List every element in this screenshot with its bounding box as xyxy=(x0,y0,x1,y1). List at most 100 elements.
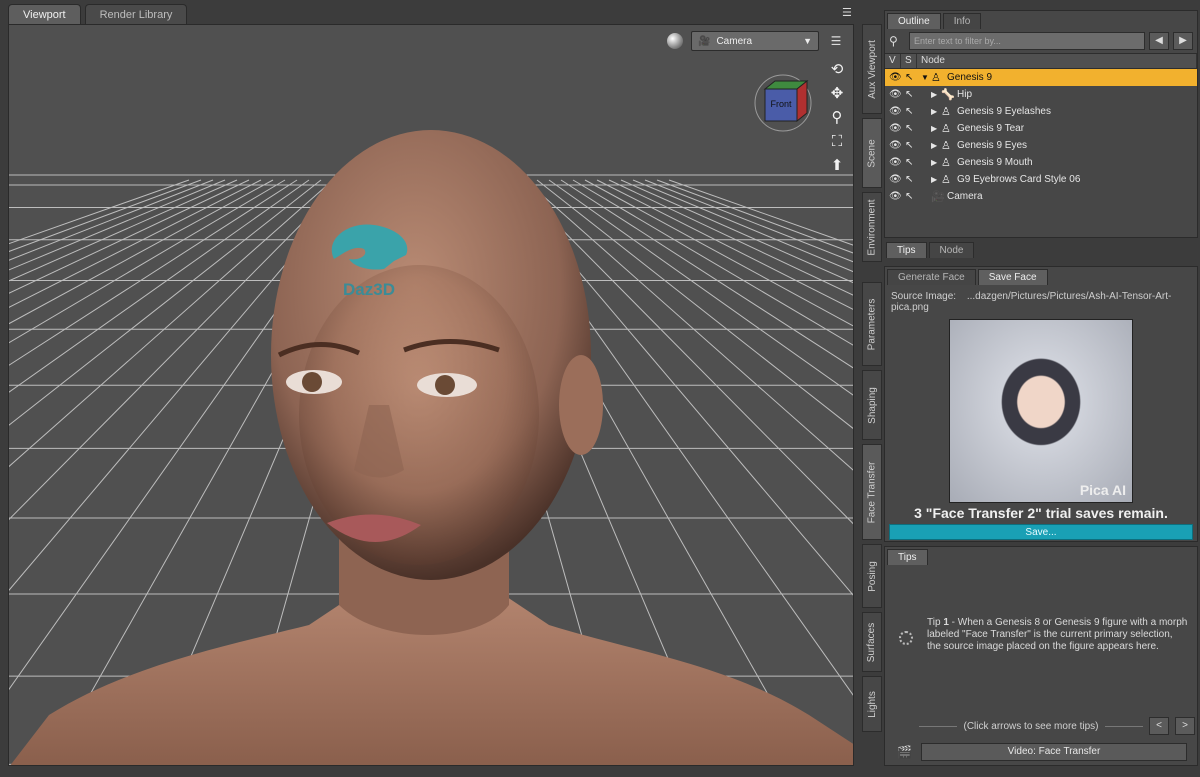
node-label: Genesis 9 Eyes xyxy=(957,140,1028,151)
cursor-icon[interactable]: ↖ xyxy=(905,191,921,202)
tip-prev-button[interactable]: < xyxy=(1149,717,1169,735)
eye-icon[interactable]: 👁 xyxy=(889,89,905,100)
cursor-icon[interactable]: ↖ xyxy=(905,123,921,134)
tip-next-button[interactable]: > xyxy=(1175,717,1195,735)
right-iris xyxy=(435,375,455,395)
camera-icon: 🎥 xyxy=(931,191,945,203)
image-watermark: Pica AI xyxy=(1079,482,1126,498)
camera-select[interactable]: 🎥 Camera ▼ xyxy=(691,31,819,51)
cursor-icon[interactable]: ↖ xyxy=(905,72,921,83)
side-tab-aux-viewport[interactable]: Aux Viewport xyxy=(862,24,882,114)
prev-arrow-button[interactable]: ◀ xyxy=(1149,32,1169,50)
side-tab-lights[interactable]: Lights xyxy=(862,676,882,732)
cursor-icon[interactable]: ↖ xyxy=(905,174,921,185)
eye-icon[interactable]: 👁 xyxy=(889,174,905,185)
expand-right-icon[interactable]: ▶ xyxy=(931,90,941,99)
cursor-icon[interactable]: ↖ xyxy=(905,157,921,168)
outline-row[interactable]: 👁 ↖ ▶ ♙ Genesis 9 Eyes xyxy=(885,137,1197,154)
face-transfer-panel: Generate Face Save Face Source Image: ..… xyxy=(884,266,1198,542)
tab-save-face[interactable]: Save Face xyxy=(977,269,1048,285)
outline-row[interactable]: 👁 ↖ ▼ ♙ Genesis 9 xyxy=(885,69,1197,86)
expand-right-icon[interactable]: ▶ xyxy=(931,107,941,116)
video-face-transfer-button[interactable]: Video: Face Transfer xyxy=(921,743,1187,761)
viewport-menu-icon[interactable]: ☰ xyxy=(842,6,852,19)
source-face-image: Pica AI xyxy=(949,319,1133,503)
node-column-header[interactable]: Node xyxy=(917,54,1197,68)
tab-generate-face[interactable]: Generate Face xyxy=(887,269,976,285)
daz3d-logo: Daz3D xyxy=(319,219,419,300)
eye-icon[interactable]: 👁 xyxy=(889,72,905,83)
figure-icon: ♙ xyxy=(941,157,951,169)
left-iris xyxy=(302,372,322,392)
node-label: Camera xyxy=(947,191,983,202)
outline-row[interactable]: 👁 ↖ ▶ ♙ Genesis 9 Mouth xyxy=(885,154,1197,171)
cursor-icon[interactable]: ↖ xyxy=(905,140,921,151)
save-button[interactable]: Save... xyxy=(889,524,1193,540)
expand-right-icon[interactable]: ▶ xyxy=(931,175,941,184)
expand-right-icon[interactable]: ▶ xyxy=(931,141,941,150)
tab-render-library[interactable]: Render Library xyxy=(84,4,188,24)
side-tab-face-transfer[interactable]: Face Transfer xyxy=(862,444,882,540)
visibility-column-header[interactable]: V xyxy=(885,54,901,68)
scene-panel: Outline Info ⚲ Enter text to filter by..… xyxy=(884,10,1198,238)
orbit-icon[interactable]: ⟲ xyxy=(827,61,847,79)
camera-select-value: Camera xyxy=(716,35,753,47)
ear xyxy=(559,355,603,455)
view-cube[interactable]: Front xyxy=(753,73,813,133)
eye-icon[interactable]: 👁 xyxy=(889,191,905,202)
node-label: G9 Eyebrows Card Style 06 xyxy=(957,174,1081,185)
outline-row[interactable]: 👁 ↖ ▶ ♙ G9 Eyebrows Card Style 06 xyxy=(885,171,1197,188)
scene-tabs: Outline Info xyxy=(885,11,1197,29)
viewport-3d[interactable]: Daz3D 🎥 Camera ▼ ☰ Front ⟲ ✥ ⚲ ⛶ ⬆ xyxy=(8,24,854,766)
search-icon: ⚲ xyxy=(889,34,898,48)
outline-row[interactable]: 👁 ↖ ▶ ♙ Genesis 9 Eyelashes xyxy=(885,103,1197,120)
outline-row[interactable]: 👁 ↖ ▶ ♙ Genesis 9 Tear xyxy=(885,120,1197,137)
camera-icon: 🎥 xyxy=(698,35,711,47)
tab-info[interactable]: Info xyxy=(942,13,982,29)
figure-icon: ♙ xyxy=(941,106,951,118)
tips-panel: Tips Tip 1 - When a Genesis 8 or Genesis… xyxy=(884,546,1198,766)
scene-bottom-tabs: Tips Node xyxy=(884,240,1198,258)
reset-icon[interactable]: ⬆ xyxy=(827,157,847,175)
view-cube-label: Front xyxy=(770,99,792,109)
side-tab-scene[interactable]: Scene xyxy=(862,118,882,188)
zoom-icon[interactable]: ⚲ xyxy=(827,109,847,127)
face xyxy=(299,265,539,565)
divider xyxy=(1104,725,1143,727)
tab-node[interactable]: Node xyxy=(928,242,975,258)
expand-down-icon[interactable]: ▼ xyxy=(921,73,931,82)
tab-tips[interactable]: Tips xyxy=(886,242,927,258)
eye-icon[interactable]: 👁 xyxy=(889,157,905,168)
side-tab-posing[interactable]: Posing xyxy=(862,544,882,608)
tab-viewport[interactable]: Viewport xyxy=(8,4,81,24)
side-tab-parameters[interactable]: Parameters xyxy=(862,282,882,366)
side-tab-surfaces[interactable]: Surfaces xyxy=(862,612,882,672)
tab-outline[interactable]: Outline xyxy=(887,13,941,29)
viewport-tabbar: Viewport Render Library xyxy=(0,0,191,24)
expand-right-icon[interactable]: ▶ xyxy=(931,124,941,133)
outline-row[interactable]: 👁 ↖ 🎥 Camera xyxy=(885,188,1197,205)
cursor-icon[interactable]: ↖ xyxy=(905,106,921,117)
eye-icon[interactable]: 👁 xyxy=(889,123,905,134)
viewport-options-icon[interactable]: ☰ xyxy=(827,34,845,48)
eye-icon[interactable]: 👁 xyxy=(889,106,905,117)
tab-tips-bottom[interactable]: Tips xyxy=(887,549,928,565)
outline-row[interactable]: 👁 ↖ ▶ 🦴 Hip xyxy=(885,86,1197,103)
eye-icon[interactable]: 👁 xyxy=(889,140,905,151)
filter-input[interactable]: Enter text to filter by... xyxy=(909,32,1145,50)
clapperboard-icon: 🎬 xyxy=(897,745,912,759)
side-tab-environment[interactable]: Environment xyxy=(862,192,882,262)
loading-spinner-icon xyxy=(899,631,913,645)
selectability-column-header[interactable]: S xyxy=(901,54,917,68)
source-image-row: Source Image: ...dazgen/Pictures/Picture… xyxy=(885,285,1197,317)
expand-right-icon[interactable]: ▶ xyxy=(931,158,941,167)
frame-icon[interactable]: ⛶ xyxy=(827,133,847,151)
node-label: Genesis 9 Tear xyxy=(957,123,1025,134)
side-tab-shaping[interactable]: Shaping xyxy=(862,370,882,440)
cursor-icon[interactable]: ↖ xyxy=(905,89,921,100)
viewport-nav-tools: ⟲ ✥ ⚲ ⛶ ⬆ xyxy=(827,61,847,175)
draw-style-icon[interactable] xyxy=(667,33,683,49)
next-arrow-button[interactable]: ▶ xyxy=(1173,32,1193,50)
pan-icon[interactable]: ✥ xyxy=(827,85,847,103)
divider xyxy=(919,725,958,727)
